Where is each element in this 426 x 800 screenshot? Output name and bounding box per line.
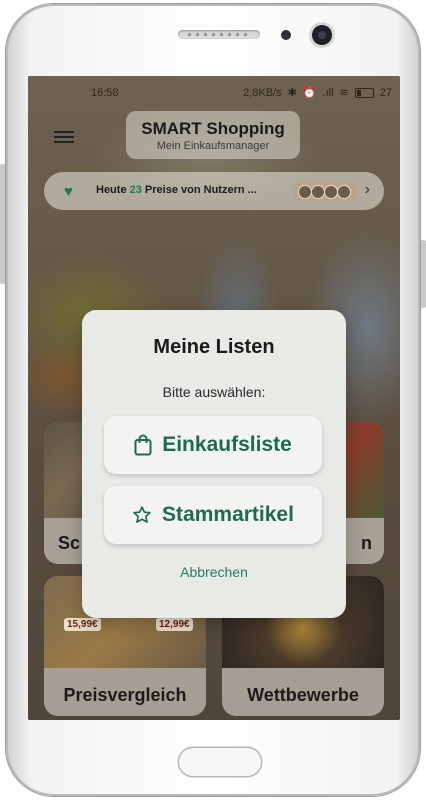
- bluetooth-icon: ✱: [287, 87, 297, 99]
- volume-button: [0, 164, 5, 284]
- star-icon: [133, 506, 151, 523]
- menu-icon[interactable]: [54, 128, 74, 144]
- tile-label: n: [361, 533, 372, 553]
- wifi-icon: ≋: [339, 87, 349, 99]
- banner-count: 23: [129, 184, 142, 196]
- proximity-sensor: [281, 30, 291, 40]
- alarm-icon: ⏰: [302, 87, 317, 99]
- shopping-list-label: Einkaufsliste: [162, 433, 292, 456]
- shopping-list-button[interactable]: Einkaufsliste: [104, 416, 322, 474]
- app-screen: 16:58 2,8KB/s ✱ ⏰ .ıll ≋ 27 SMART Shoppi…: [28, 76, 400, 720]
- cancel-button[interactable]: Abbrechen: [82, 564, 346, 580]
- tile-label: Wettbewerbe: [247, 685, 359, 705]
- speaker-grille: [178, 30, 260, 39]
- net-speed: 2,8KB/s: [243, 86, 282, 99]
- dialog-title: Meine Listen: [153, 336, 275, 358]
- community-prices-banner[interactable]: ♥ Heute 23 Preise von Nutzern ... ›: [44, 172, 384, 210]
- price-tag-right: 12,99€: [156, 618, 193, 631]
- shopping-bag-icon: [134, 434, 152, 456]
- status-bar: 16:58 2,8KB/s ✱ ⏰ .ıll ≋ 27: [28, 76, 400, 110]
- battery-level: 27: [379, 86, 392, 99]
- chevron-right-icon: ›: [364, 181, 370, 198]
- signal-icon: .ıll: [322, 86, 334, 99]
- regular-items-button[interactable]: Stammartikel: [104, 486, 322, 544]
- lists-dialog: Meine Listen Bitte auswählen: Einkaufsli…: [82, 310, 346, 618]
- app-title-box: SMART Shopping Mein Einkaufsmanager: [126, 111, 300, 159]
- app-title: SMART Shopping: [141, 119, 285, 138]
- banner-text: Heute 23 Preise von Nutzern ...: [96, 184, 257, 196]
- status-time: 16:58: [91, 87, 119, 99]
- tile-label: Preisvergleich: [63, 685, 187, 705]
- dialog-subtitle: Bitte auswählen:: [162, 384, 266, 400]
- regular-items-label: Stammartikel: [162, 503, 294, 526]
- front-camera: [312, 25, 332, 45]
- price-tag-left: 15,99€: [64, 618, 101, 631]
- app-subtitle: Mein Einkaufsmanager: [156, 140, 270, 152]
- user-avatars: [294, 181, 356, 201]
- home-button[interactable]: [179, 748, 261, 776]
- power-button: [421, 240, 426, 308]
- battery-icon: [354, 87, 374, 98]
- heart-icon: ♥: [64, 183, 73, 200]
